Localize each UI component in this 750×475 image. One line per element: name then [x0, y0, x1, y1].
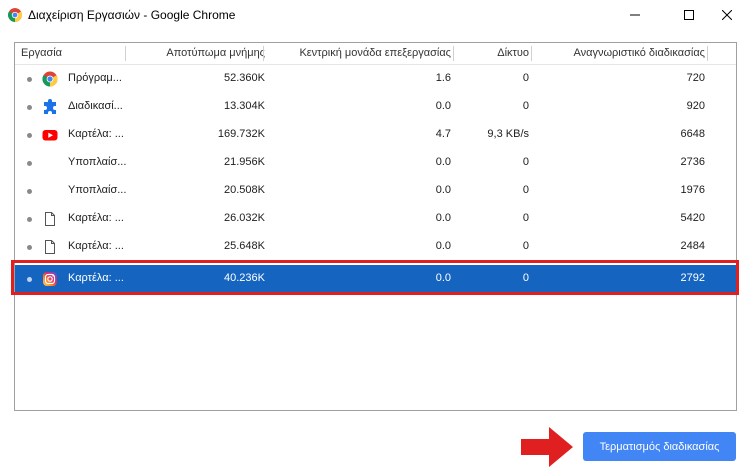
table-row[interactable]: Υποπλαίσ... 21.956K 0.0 0 2736 — [15, 149, 736, 177]
status-dot — [27, 105, 32, 110]
table-row[interactable]: Υποπλαίσ... 20.508K 0.0 0 1976 — [15, 177, 736, 205]
pid-value: 6648 — [680, 128, 705, 140]
puzzle-extension-icon — [44, 99, 56, 114]
table-header: Εργασία Αποτύπωμα μνήμης Κεντρική μονάδα… — [15, 43, 736, 65]
status-dot — [27, 217, 32, 222]
cpu-value: 0.0 — [435, 240, 451, 252]
table-row[interactable]: Καρτέλα: ... 169.732K 4.7 9,3 KB/s 6648 — [15, 121, 736, 149]
column-header-network[interactable]: Δίκτυο — [497, 47, 529, 59]
status-dot — [27, 161, 32, 166]
task-name: Καρτέλα: ... — [68, 240, 124, 252]
task-name: Υποπλαίσ... — [68, 184, 127, 196]
task-name: Πρόγραμ... — [68, 72, 122, 84]
pid-value: 5420 — [680, 212, 705, 224]
memory-value: 21.956K — [224, 156, 265, 168]
status-dot — [27, 77, 32, 82]
pid-value: 2484 — [680, 240, 705, 252]
youtube-icon — [42, 130, 58, 141]
column-divider[interactable] — [125, 46, 126, 61]
cpu-value: 0.0 — [435, 156, 451, 168]
network-value: 9,3 KB/s — [487, 128, 529, 140]
minimize-button[interactable] — [612, 0, 658, 30]
pid-value: 2736 — [680, 156, 705, 168]
end-process-button[interactable]: Τερματισμός διαδικασίας — [583, 432, 736, 461]
table-row[interactable]: Καρτέλα: ... 26.032K 0.0 0 5420 — [15, 205, 736, 233]
network-value: 0 — [522, 100, 529, 112]
memory-value: 52.360K — [224, 72, 265, 84]
memory-value: 13.304K — [224, 100, 265, 112]
column-divider[interactable] — [531, 46, 532, 61]
network-value: 0 — [522, 72, 529, 84]
table-row[interactable]: Πρόγραμ... 52.360K 1.6 0 720 — [15, 65, 736, 93]
status-dot — [27, 133, 32, 138]
red-arrow-icon — [521, 427, 573, 467]
column-divider[interactable] — [263, 46, 264, 61]
pid-value: 920 — [686, 100, 705, 112]
cpu-value: 0.0 — [435, 212, 451, 224]
close-icon — [722, 10, 732, 20]
column-header-task[interactable]: Εργασία — [21, 47, 62, 59]
document-icon — [45, 212, 55, 226]
task-name: Καρτέλα: ... — [68, 212, 124, 224]
status-dot — [27, 245, 32, 250]
cpu-value: 4.7 — [435, 128, 451, 140]
task-name: Καρτέλα: ... — [68, 128, 124, 140]
maximize-icon — [684, 10, 694, 20]
title-bar: Διαχείριση Εργασιών - Google Chrome — [0, 0, 750, 30]
cpu-value: 0.0 — [435, 100, 451, 112]
column-divider[interactable] — [453, 46, 454, 61]
cpu-value: 1.6 — [435, 72, 451, 84]
status-dot — [27, 189, 32, 194]
column-header-cpu[interactable]: Κεντρική μονάδα επεξεργασίας — [299, 47, 451, 59]
task-name: Υποπλαίσ... — [68, 156, 127, 168]
column-divider[interactable] — [707, 46, 708, 61]
memory-value: 25.648K — [224, 240, 265, 252]
chrome-icon — [8, 8, 22, 22]
chrome-icon — [42, 71, 58, 87]
network-value: 0 — [522, 240, 529, 252]
task-name: Διαδικασί... — [68, 100, 123, 112]
pid-value: 720 — [686, 72, 705, 84]
memory-value: 169.732K — [217, 128, 265, 140]
document-icon — [45, 240, 55, 254]
table-row[interactable]: Καρτέλα: ... 25.648K 0.0 0 2484 — [15, 233, 736, 261]
table-row[interactable]: Διαδικασί... 13.304K 0.0 0 920 — [15, 93, 736, 121]
minimize-icon — [630, 14, 640, 16]
pid-value: 1976 — [680, 184, 705, 196]
network-value: 0 — [522, 212, 529, 224]
column-header-memory[interactable]: Αποτύπωμα μνήμης — [166, 47, 265, 59]
cpu-value: 0.0 — [435, 184, 451, 196]
selected-row-highlight-box — [11, 260, 739, 295]
network-value: 0 — [522, 184, 529, 196]
column-header-pid[interactable]: Αναγνωριστικό διαδικασίας — [573, 47, 705, 59]
network-value: 0 — [522, 156, 529, 168]
task-table: Εργασία Αποτύπωμα μνήμης Κεντρική μονάδα… — [14, 42, 737, 411]
memory-value: 20.508K — [224, 184, 265, 196]
memory-value: 26.032K — [224, 212, 265, 224]
close-button[interactable] — [704, 0, 750, 30]
window-title: Διαχείριση Εργασιών - Google Chrome — [28, 8, 236, 22]
